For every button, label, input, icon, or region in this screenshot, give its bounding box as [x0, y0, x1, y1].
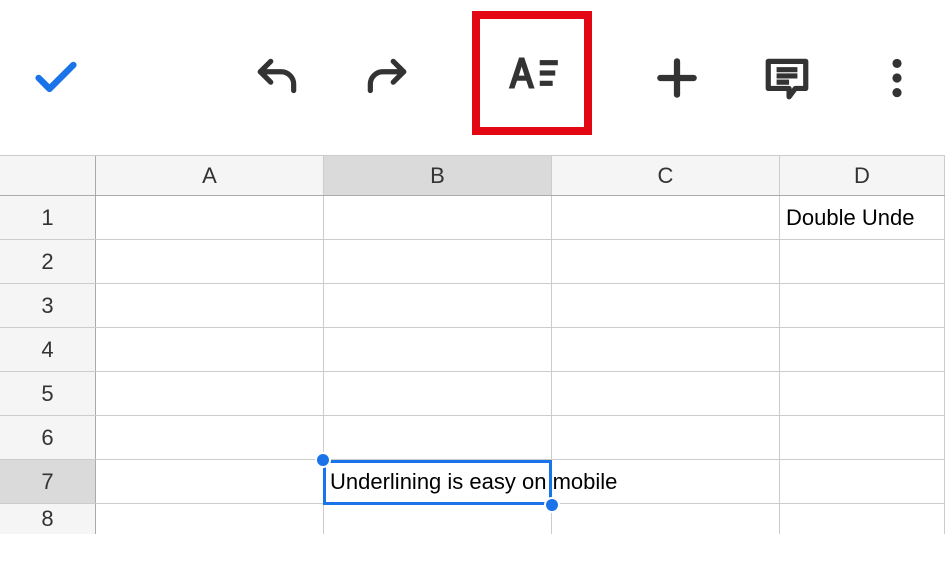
- cell-D6[interactable]: [780, 416, 945, 459]
- cell-A5[interactable]: [96, 372, 324, 415]
- row-8: 8: [0, 504, 945, 534]
- cell-D3[interactable]: [780, 284, 945, 327]
- cell-C8[interactable]: [552, 504, 780, 534]
- row-2: 2: [0, 240, 945, 284]
- comment-icon: [762, 53, 812, 103]
- spreadsheet-grid[interactable]: A B C D 1 Double Unde 2 3 4 5: [0, 155, 945, 534]
- text-format-icon: [501, 42, 563, 104]
- cell-B7-text: Underlining is easy on mobile: [330, 469, 617, 495]
- cell-C6[interactable]: [552, 416, 780, 459]
- selection-handle-bottom-right[interactable]: [544, 497, 560, 513]
- cell-B6[interactable]: [324, 416, 552, 459]
- row-header-6[interactable]: 6: [0, 416, 96, 459]
- format-button[interactable]: [492, 33, 572, 113]
- cell-B5[interactable]: [324, 372, 552, 415]
- format-button-highlight: [472, 11, 592, 135]
- cell-B7[interactable]: Underlining is easy on mobile: [324, 460, 552, 503]
- cell-C5[interactable]: [552, 372, 780, 415]
- cell-D8[interactable]: [780, 504, 945, 534]
- col-header-D[interactable]: D: [780, 156, 945, 195]
- insert-button[interactable]: [652, 48, 702, 108]
- redo-icon: [362, 53, 412, 103]
- accept-button[interactable]: [30, 48, 82, 108]
- row-4: 4: [0, 328, 945, 372]
- cell-B1[interactable]: [324, 196, 552, 239]
- row-header-5[interactable]: 5: [0, 372, 96, 415]
- check-icon: [30, 52, 82, 104]
- row-5: 5: [0, 372, 945, 416]
- row-header-8[interactable]: 8: [0, 504, 96, 534]
- cell-A3[interactable]: [96, 284, 324, 327]
- cell-C2[interactable]: [552, 240, 780, 283]
- row-6: 6: [0, 416, 945, 460]
- plus-icon: [652, 53, 702, 103]
- cell-C4[interactable]: [552, 328, 780, 371]
- more-vert-icon: [872, 53, 922, 103]
- toolbar: [0, 0, 945, 155]
- selection-handle-top-left[interactable]: [315, 452, 331, 468]
- row-1: 1 Double Unde: [0, 196, 945, 240]
- redo-button[interactable]: [362, 48, 412, 108]
- col-header-A[interactable]: A: [96, 156, 324, 195]
- cell-D4[interactable]: [780, 328, 945, 371]
- comment-button[interactable]: [762, 48, 812, 108]
- row-header-7[interactable]: 7: [0, 460, 96, 503]
- cell-D7[interactable]: [780, 460, 945, 503]
- col-header-C[interactable]: C: [552, 156, 780, 195]
- row-header-2[interactable]: 2: [0, 240, 96, 283]
- row-header-3[interactable]: 3: [0, 284, 96, 327]
- select-all-corner[interactable]: [0, 156, 96, 195]
- cell-D2[interactable]: [780, 240, 945, 283]
- cell-A2[interactable]: [96, 240, 324, 283]
- cell-C3[interactable]: [552, 284, 780, 327]
- row-7: 7 Underlining is easy on mobile: [0, 460, 945, 504]
- undo-button[interactable]: [252, 48, 302, 108]
- more-button[interactable]: [872, 48, 922, 108]
- col-header-B[interactable]: B: [324, 156, 552, 195]
- cell-D1[interactable]: Double Unde: [780, 196, 945, 239]
- undo-icon: [252, 53, 302, 103]
- row-header-4[interactable]: 4: [0, 328, 96, 371]
- cell-B8[interactable]: [324, 504, 552, 534]
- cell-B2[interactable]: [324, 240, 552, 283]
- row-header-1[interactable]: 1: [0, 196, 96, 239]
- cell-A7[interactable]: [96, 460, 324, 503]
- cell-B3[interactable]: [324, 284, 552, 327]
- row-3: 3: [0, 284, 945, 328]
- cell-A6[interactable]: [96, 416, 324, 459]
- cell-A8[interactable]: [96, 504, 324, 534]
- cell-D5[interactable]: [780, 372, 945, 415]
- cell-C1[interactable]: [552, 196, 780, 239]
- cell-A4[interactable]: [96, 328, 324, 371]
- cell-D1-text: Double Unde: [786, 205, 914, 231]
- column-headers-row: A B C D: [0, 156, 945, 196]
- cell-A1[interactable]: [96, 196, 324, 239]
- cell-B4[interactable]: [324, 328, 552, 371]
